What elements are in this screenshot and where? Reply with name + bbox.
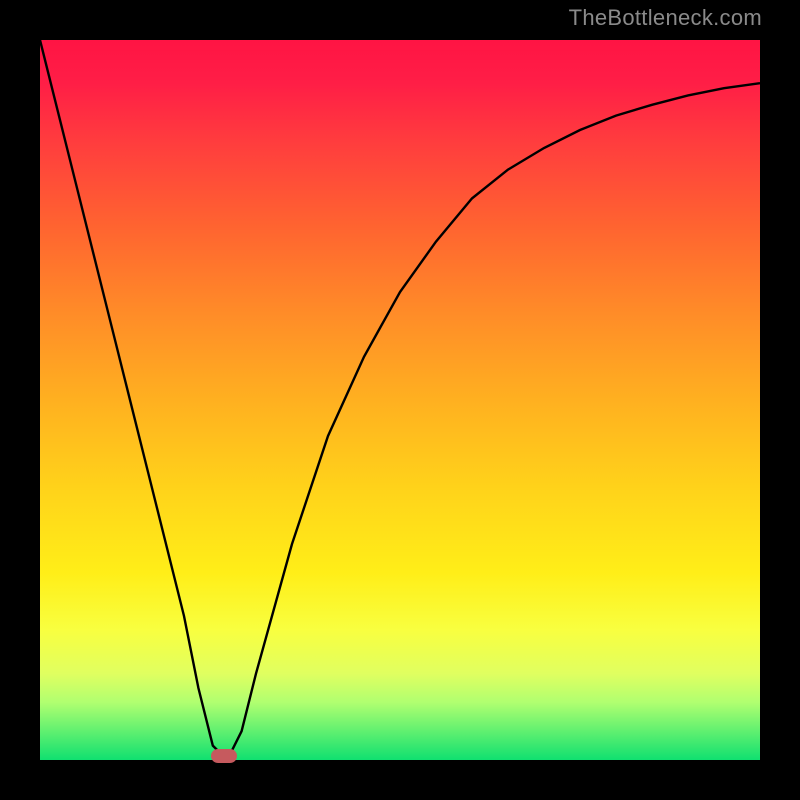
plot-area [40, 40, 760, 760]
min-marker [211, 749, 237, 763]
chart-frame: TheBottleneck.com [0, 0, 800, 800]
watermark-label: TheBottleneck.com [569, 5, 762, 31]
curve-path [40, 40, 760, 760]
curve-svg [40, 40, 760, 760]
